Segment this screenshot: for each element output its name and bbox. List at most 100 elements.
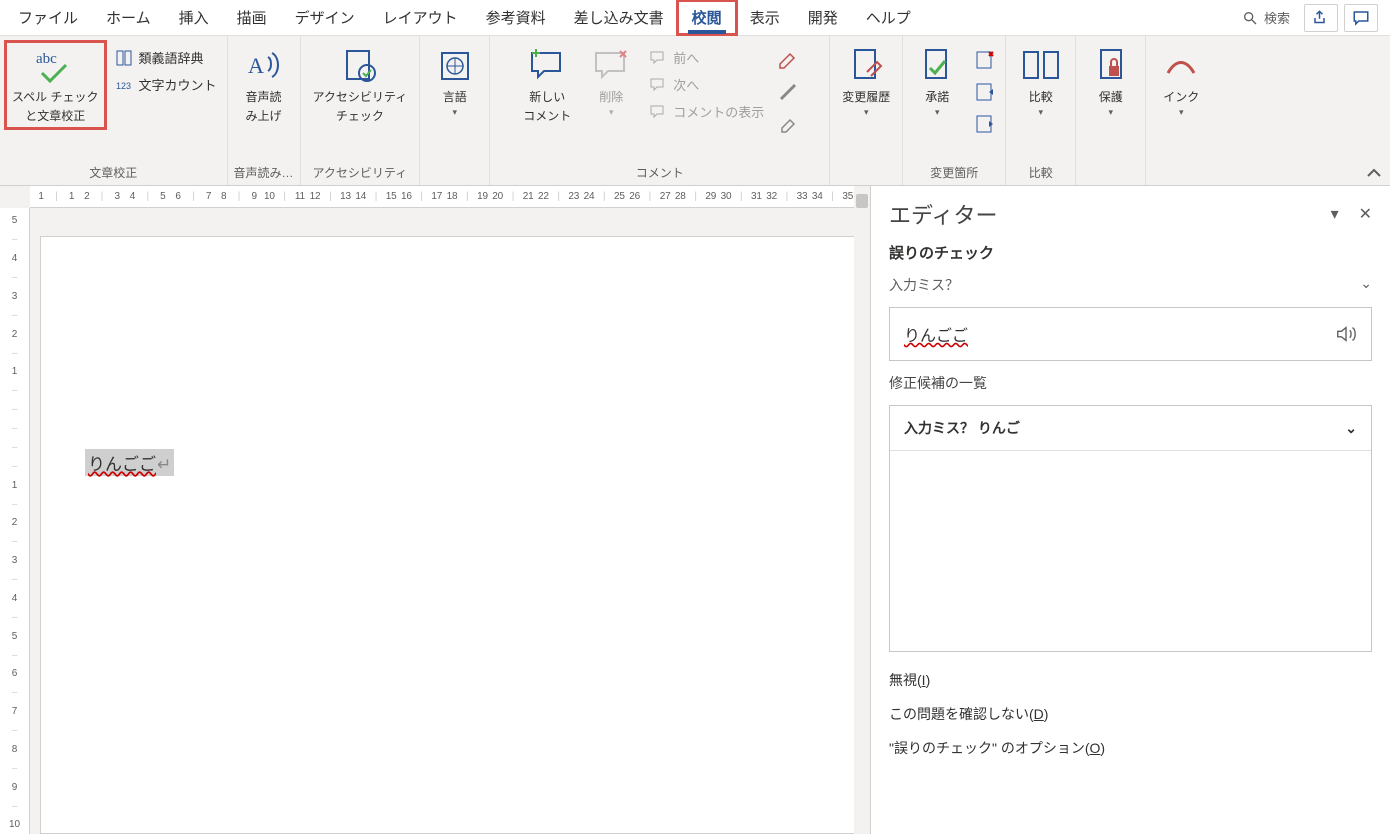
dont-check-link[interactable]: この問題を確認しない(D) <box>889 704 1372 724</box>
chevron-down-icon: ▾ <box>609 107 614 118</box>
accept-button[interactable]: 承諾 ▾ <box>909 42 965 122</box>
pencil-comment-icon <box>778 50 798 70</box>
svg-text:123: 123 <box>116 81 131 91</box>
group-proofing-label: 文章校正 <box>89 162 137 183</box>
search-box[interactable]: 検索 <box>1234 4 1298 31</box>
protect-icon <box>1095 48 1127 84</box>
speaker-icon <box>1335 323 1357 345</box>
workspace: 1|12|34|56|78|910|1112|1314|1516|1718|19… <box>0 186 1390 834</box>
tab-insert[interactable]: 挿入 <box>165 1 223 34</box>
document-text-selection[interactable]: りんごご↵ <box>85 449 174 476</box>
ink-icon <box>1164 51 1198 81</box>
language-label: 言語 <box>443 90 467 105</box>
track-changes-icon <box>849 48 883 84</box>
group-compare: 比較 ▾ 比較 <box>1006 36 1076 185</box>
chevron-down-icon[interactable]: ⌄ <box>1360 275 1372 295</box>
chevron-down-icon[interactable]: ⌄ <box>1345 420 1357 437</box>
prev-comment-label: 前へ <box>673 48 699 67</box>
ribbon-tabs: ファイル ホーム 挿入 描画 デザイン レイアウト 参考資料 差し込み文書 校閲… <box>0 0 1390 36</box>
prev-comment-button: 前へ <box>645 46 768 69</box>
panel-title: エディター <box>889 198 997 230</box>
compare-button[interactable]: 比較 ▾ <box>1013 42 1069 122</box>
svg-text:abc: abc <box>36 51 57 67</box>
pen-icon <box>778 82 798 102</box>
horizontal-ruler[interactable]: 1|12|34|56|78|910|1112|1314|1516|1718|19… <box>30 186 870 208</box>
chevron-down-icon: ▾ <box>864 107 869 118</box>
comment-show-icon <box>650 105 666 119</box>
tab-design[interactable]: デザイン <box>281 1 369 34</box>
ink-label: インク <box>1163 90 1199 105</box>
spell-check-button[interactable]: abc スペル チェック と文章校正 <box>6 42 105 128</box>
tab-draw[interactable]: 描画 <box>223 1 281 34</box>
scrollbar-thumb[interactable] <box>856 194 868 208</box>
share-icon <box>1312 9 1330 27</box>
pen-button[interactable] <box>774 78 802 106</box>
tab-review[interactable]: 校閲 <box>678 1 736 34</box>
panel-dropdown-button[interactable]: ▾ <box>1331 204 1339 224</box>
suggestion-item[interactable]: 入力ミス？ りんご ⌄ <box>890 406 1371 451</box>
document-area: 1|12|34|56|78|910|1112|1314|1516|1718|19… <box>0 186 870 834</box>
compare-icon <box>1022 48 1060 84</box>
tab-mailings[interactable]: 差し込み文書 <box>560 1 678 34</box>
prev-change-button[interactable] <box>971 78 999 106</box>
tab-home[interactable]: ホーム <box>92 1 165 34</box>
thesaurus-button[interactable]: 類義語辞典 <box>111 46 221 69</box>
reject-button[interactable] <box>971 46 999 74</box>
editor-panel: エディター ▾ ✕ 誤りのチェック 入力ミス？ ⌄ りんごご 修正候補の一覧 入… <box>870 186 1390 834</box>
document-page[interactable]: りんごご↵ <box>40 236 858 834</box>
group-speech-label: 音声読み… <box>234 162 294 183</box>
vertical-scrollbar[interactable] <box>854 186 870 834</box>
language-button[interactable]: 言語 ▾ <box>427 42 483 122</box>
chevron-down-icon: ▾ <box>935 107 940 118</box>
accessibility-label-1: アクセシビリティ <box>313 90 408 105</box>
track-changes-label: 変更履歴 <box>842 90 890 105</box>
tab-layout[interactable]: レイアウト <box>369 1 472 34</box>
panel-close-button[interactable]: ✕ <box>1359 204 1372 224</box>
group-compare-label: 比較 <box>1029 162 1053 183</box>
word-count-button[interactable]: 123 文字カウント <box>111 73 221 96</box>
group-comments: 新しい コメント 削除 ▾ 前へ <box>490 36 830 185</box>
panel-section-title: 誤りのチェック <box>889 242 1372 263</box>
share-button[interactable] <box>1304 4 1338 32</box>
group-comments-label: コメント <box>636 162 684 183</box>
tab-help[interactable]: ヘルプ <box>852 1 925 34</box>
tab-developer[interactable]: 開発 <box>794 1 852 34</box>
options-link[interactable]: "誤りのチェック" のオプション(O) <box>889 738 1372 758</box>
ink-comment-button[interactable] <box>774 46 802 74</box>
tab-view[interactable]: 表示 <box>736 1 794 34</box>
panel-subtitle: 入力ミス？ <box>889 275 959 295</box>
ribbon: abc スペル チェック と文章校正 類義語辞典 123 文字カウント 文章校正 <box>0 36 1390 186</box>
accessibility-label-2: チェック <box>336 109 384 124</box>
comment-icon <box>1352 9 1370 27</box>
word-count-label: 文字カウント <box>139 75 217 94</box>
collapse-ribbon-button[interactable] <box>1366 165 1382 181</box>
speaker-button[interactable] <box>1335 323 1357 345</box>
svg-text:A: A <box>248 53 264 78</box>
comments-pane-button[interactable] <box>1344 4 1378 32</box>
new-comment-button[interactable]: 新しい コメント <box>517 42 577 128</box>
read-aloud-button[interactable]: A 音声読 み上げ <box>236 42 292 128</box>
vertical-ruler[interactable]: 5–4–3–2–1–––––1–2–3–4–5–6–7–8–9–10 <box>0 208 30 834</box>
accessibility-icon <box>341 47 379 85</box>
thesaurus-label: 類義語辞典 <box>139 48 204 67</box>
ink-button[interactable]: インク ▾ <box>1153 42 1209 122</box>
delete-comment-label: 削除 <box>599 90 623 105</box>
chevron-down-icon: ▾ <box>1179 107 1184 118</box>
eraser-button[interactable] <box>774 110 802 138</box>
delete-comment-icon <box>592 49 630 83</box>
tab-file[interactable]: ファイル <box>4 1 92 34</box>
protect-button[interactable]: 保護 ▾ <box>1083 42 1139 122</box>
track-changes-button[interactable]: 変更履歴 ▾ <box>836 42 896 122</box>
accept-label: 承諾 <box>925 90 949 105</box>
tab-references[interactable]: 参考資料 <box>472 1 560 34</box>
next-comment-button: 次へ <box>645 73 768 96</box>
group-speech: A 音声読 み上げ 音声読み… <box>228 36 301 185</box>
read-aloud-label-1: 音声読 <box>246 90 282 105</box>
ignore-link[interactable]: 無視(I) <box>889 670 1372 690</box>
accessibility-check-button[interactable]: アクセシビリティ チェック <box>307 42 414 128</box>
book-icon <box>116 50 132 66</box>
group-ink: インク ▾ <box>1146 36 1216 185</box>
spell-check-label-2: と文章校正 <box>25 109 85 124</box>
group-tracking: 変更履歴 ▾ <box>830 36 903 185</box>
next-change-button[interactable] <box>971 110 999 138</box>
